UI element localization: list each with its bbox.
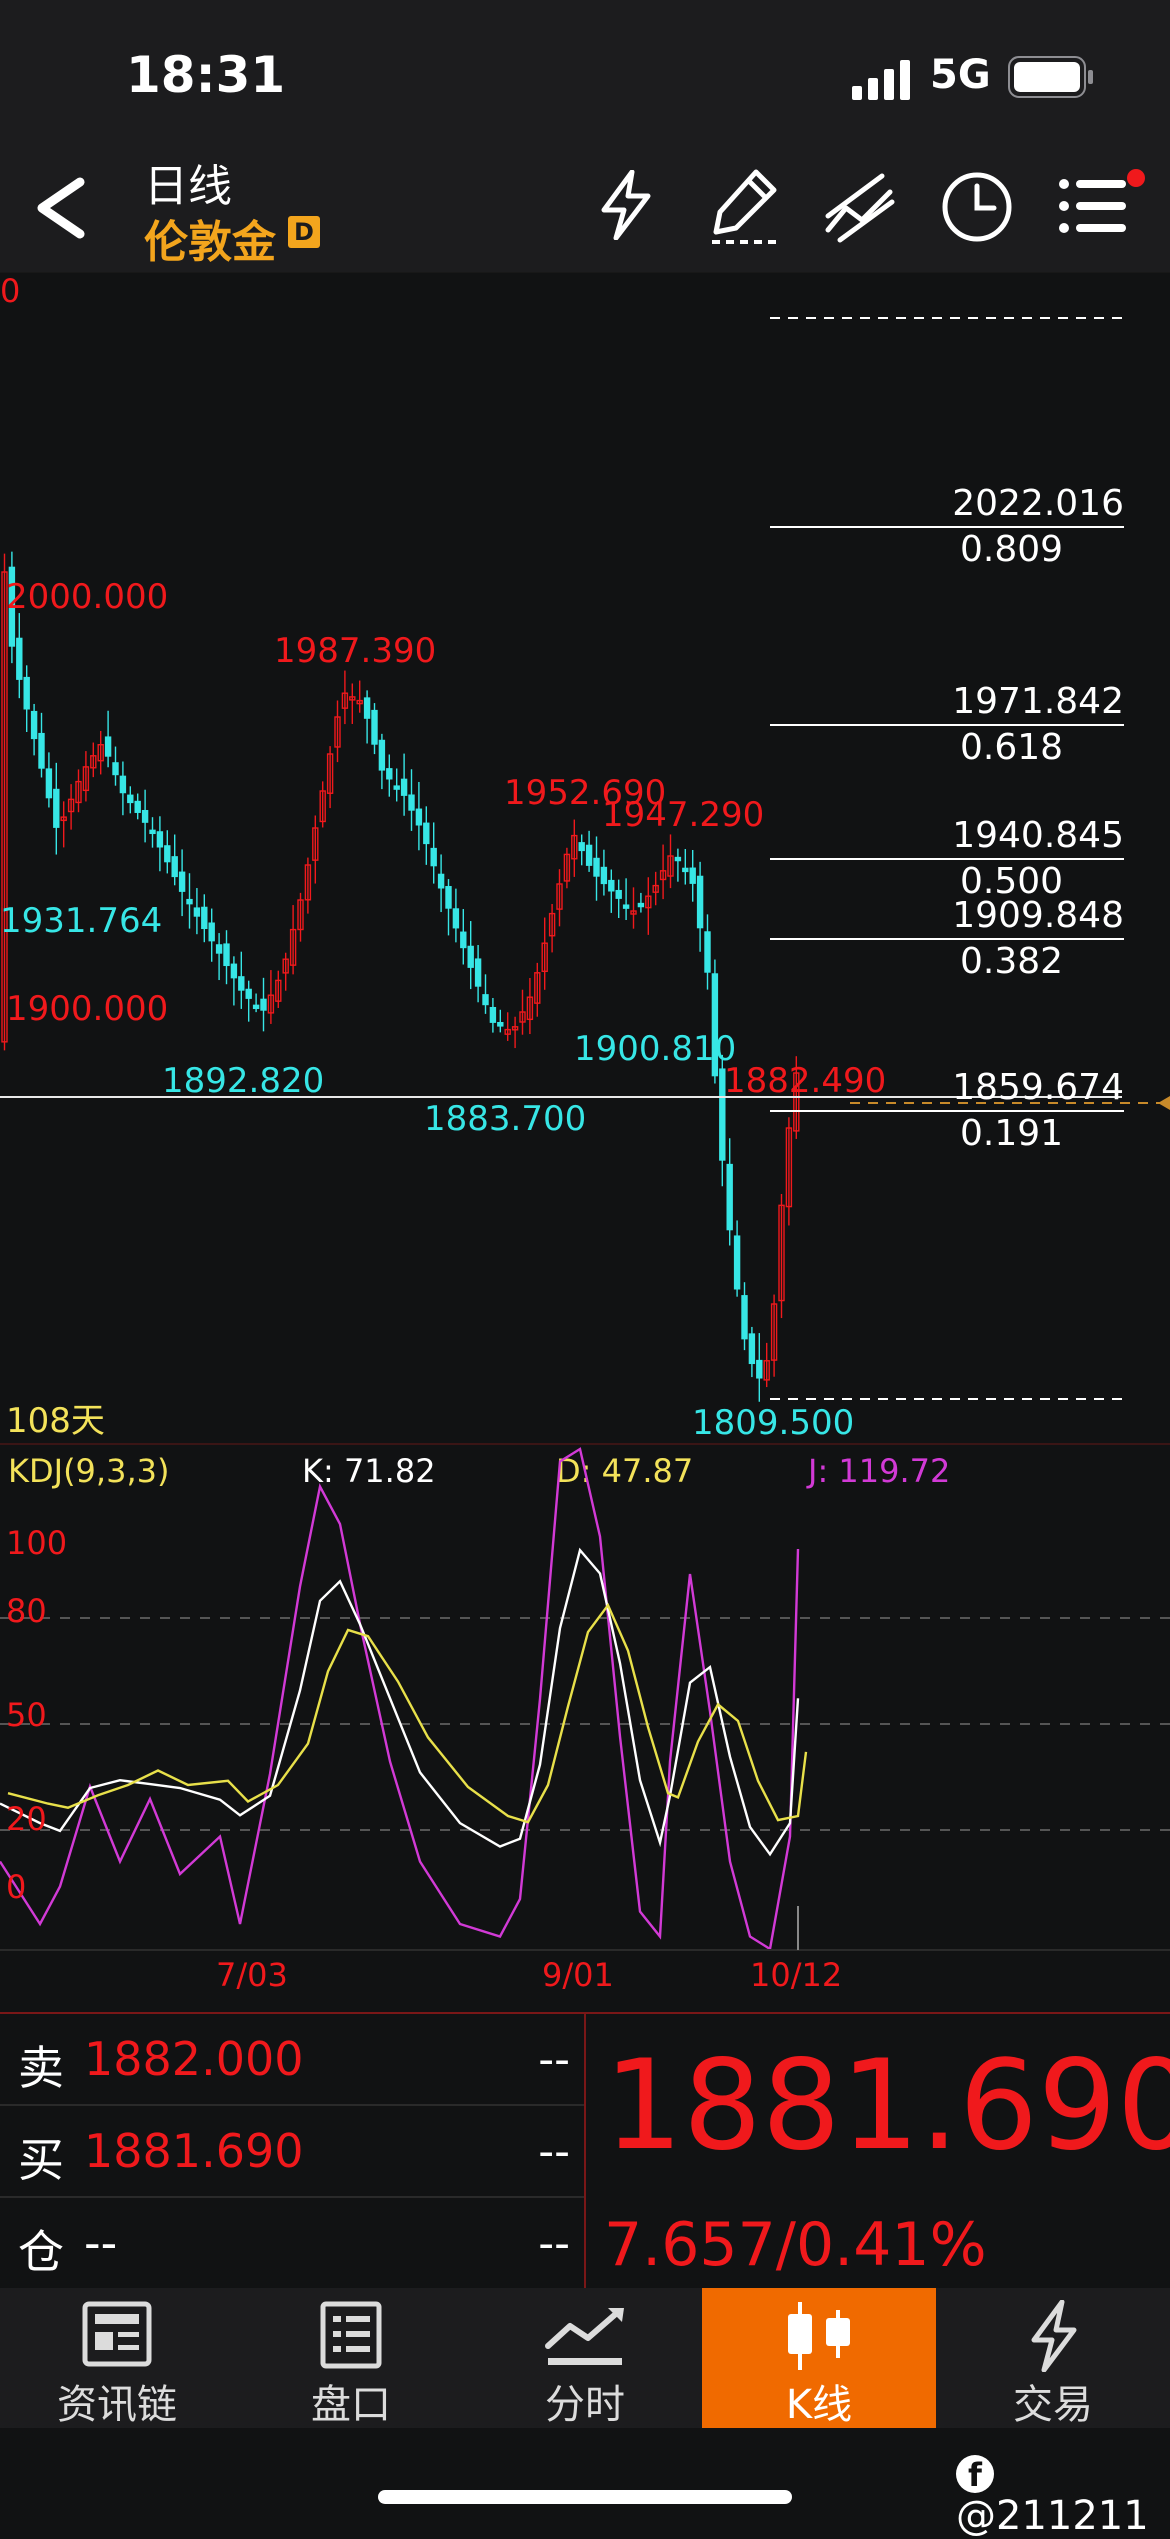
date-label-1012: 10/12	[750, 1956, 842, 1994]
tab-news[interactable]: 资讯链	[0, 2288, 234, 2428]
price-change: 7.657/0.41%	[604, 2210, 987, 2280]
kdj-level-20: 20	[6, 1800, 47, 1838]
date-label-0703: 7/03	[216, 1956, 288, 1994]
kdj-d-value: D: 47.87	[556, 1452, 693, 1490]
period-title: 日线	[144, 161, 232, 212]
kdj-k-line	[0, 1547, 800, 1857]
tab-orderbook[interactable]: 盘口	[234, 2288, 468, 2428]
clock-icon[interactable]	[940, 170, 1014, 244]
network-type: 5G	[930, 52, 991, 98]
fib-price-label: 1909.848	[952, 895, 1124, 936]
sell-price: 1882.000	[84, 2032, 304, 2086]
signal-icon	[852, 60, 910, 100]
date-label-0901: 9/01	[542, 1956, 614, 1994]
kdj-grid	[0, 1617, 1170, 1831]
kdj-level-100: 100	[6, 1524, 67, 1562]
trendline-icon[interactable]	[822, 168, 898, 244]
kdj-level-0: 0	[6, 1868, 26, 1906]
kdj-j-line	[0, 1447, 800, 1951]
intraday-icon	[545, 2308, 624, 2365]
status-bar: 18:31 5G	[0, 0, 1170, 140]
sell-volume: --	[538, 2034, 570, 2085]
orderbook-icon	[320, 2301, 382, 2369]
buy-label: 买	[18, 2133, 64, 2187]
quote-panel: 卖 1882.000 -- 买 1881.690 -- 仓 -- -- 1881…	[0, 2012, 1170, 2290]
pen-icon[interactable]	[708, 166, 782, 246]
kdj-d-line	[7, 1602, 808, 1824]
period-badge: D	[288, 216, 320, 248]
tab-kline-label: K线	[785, 2382, 853, 2428]
tab-trade-label: 交易	[1013, 2382, 1093, 2428]
position-value: --	[84, 2216, 118, 2270]
facebook-icon: f	[956, 2455, 994, 2494]
kdj-level-50: 50	[6, 1696, 47, 1734]
home-indicator[interactable]	[378, 2490, 792, 2504]
tab-intraday-label: 分时	[545, 2382, 625, 2428]
fib-ratio-label: 0.809	[960, 529, 1064, 570]
position-label: 仓	[18, 2225, 64, 2279]
kdj-title: KDJ(9,3,3)	[8, 1452, 169, 1490]
kdj-lines	[0, 1447, 808, 1951]
battery-icon	[1008, 56, 1093, 98]
tab-intraday[interactable]: 分时	[468, 2288, 702, 2428]
header-bar: 日线 伦敦金 D	[0, 140, 1170, 272]
news-icon	[82, 2301, 152, 2367]
bottom-tab-bar: 资讯链 盘口 分时 K线 交易	[0, 2288, 1170, 2428]
tab-news-label: 资讯链	[57, 2382, 177, 2428]
buy-volume: --	[538, 2126, 570, 2177]
watermark-text: f@211211	[956, 2455, 1149, 2539]
buy-price: 1881.690	[84, 2124, 304, 2178]
sell-row[interactable]: 卖 1882.000 --	[0, 2014, 584, 2106]
kdj-indicator-chart[interactable]: KDJ(9,3,3) K: 71.82 D: 47.87 J: 119.72 1…	[0, 1446, 1170, 2012]
fib-label-layer: 2022.016 0.809 1971.842 0.618 1940.845 0.500 1…	[0, 272, 1170, 1446]
buy-row[interactable]: 买 1881.690 --	[0, 2106, 584, 2198]
fib-price-label: 1859.674	[952, 1067, 1124, 1108]
candlestick-icon	[788, 2302, 850, 2370]
position-volume: --	[538, 2218, 570, 2269]
instrument-name: 伦敦金	[144, 217, 276, 268]
kdj-level-80: 80	[6, 1592, 47, 1630]
tab-orderbook-label: 盘口	[311, 2382, 391, 2428]
trade-icon	[1031, 2300, 1077, 2372]
position-row[interactable]: 仓 -- --	[0, 2198, 584, 2288]
fib-price-label: 1940.845	[952, 815, 1124, 856]
last-price: 1881.690	[604, 2034, 1170, 2178]
fib-price-label: 2022.016	[952, 483, 1124, 524]
tab-kline[interactable]: K线	[702, 2288, 936, 2428]
fib-ratio-label: 0.618	[960, 727, 1064, 768]
kdj-j-value: J: 119.72	[806, 1452, 950, 1490]
kdj-k-value: K: 71.82	[302, 1452, 436, 1490]
fib-ratio-label: 0.382	[960, 941, 1064, 982]
menu-icon[interactable]	[1056, 164, 1152, 248]
fib-price-label: 1971.842	[952, 681, 1124, 722]
back-icon[interactable]	[30, 176, 90, 240]
fib-ratio-label: 0.191	[960, 1113, 1064, 1154]
sell-label: 卖	[18, 2041, 64, 2095]
notification-dot	[1127, 169, 1145, 187]
status-time: 18:31	[126, 46, 286, 104]
lightning-icon[interactable]	[596, 170, 656, 240]
tab-trade[interactable]: 交易	[936, 2288, 1170, 2428]
